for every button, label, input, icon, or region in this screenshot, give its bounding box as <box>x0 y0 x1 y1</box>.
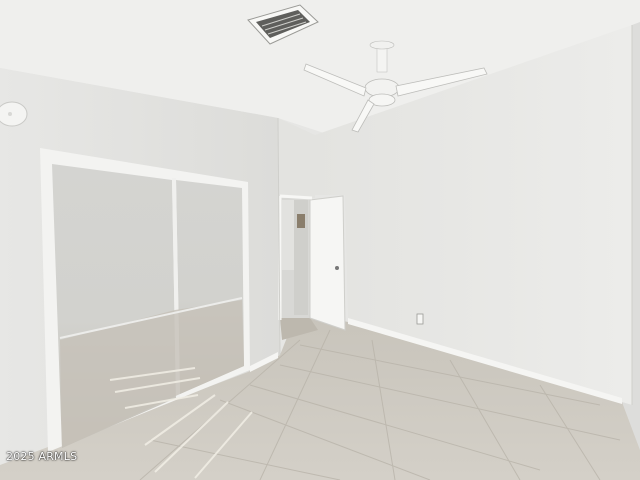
hallway-wall <box>282 200 295 270</box>
hallway-picture <box>297 214 305 228</box>
watermark: 2025 ARMLS <box>6 450 78 463</box>
outlet-icon <box>416 313 424 325</box>
door-frame-top <box>279 194 313 200</box>
room-illustration <box>0 0 640 480</box>
room-photo: 2025 ARMLS <box>0 0 640 480</box>
smoke-detector-icon <box>0 101 28 127</box>
open-door[interactable] <box>309 195 346 331</box>
door-knob[interactable] <box>335 266 339 270</box>
